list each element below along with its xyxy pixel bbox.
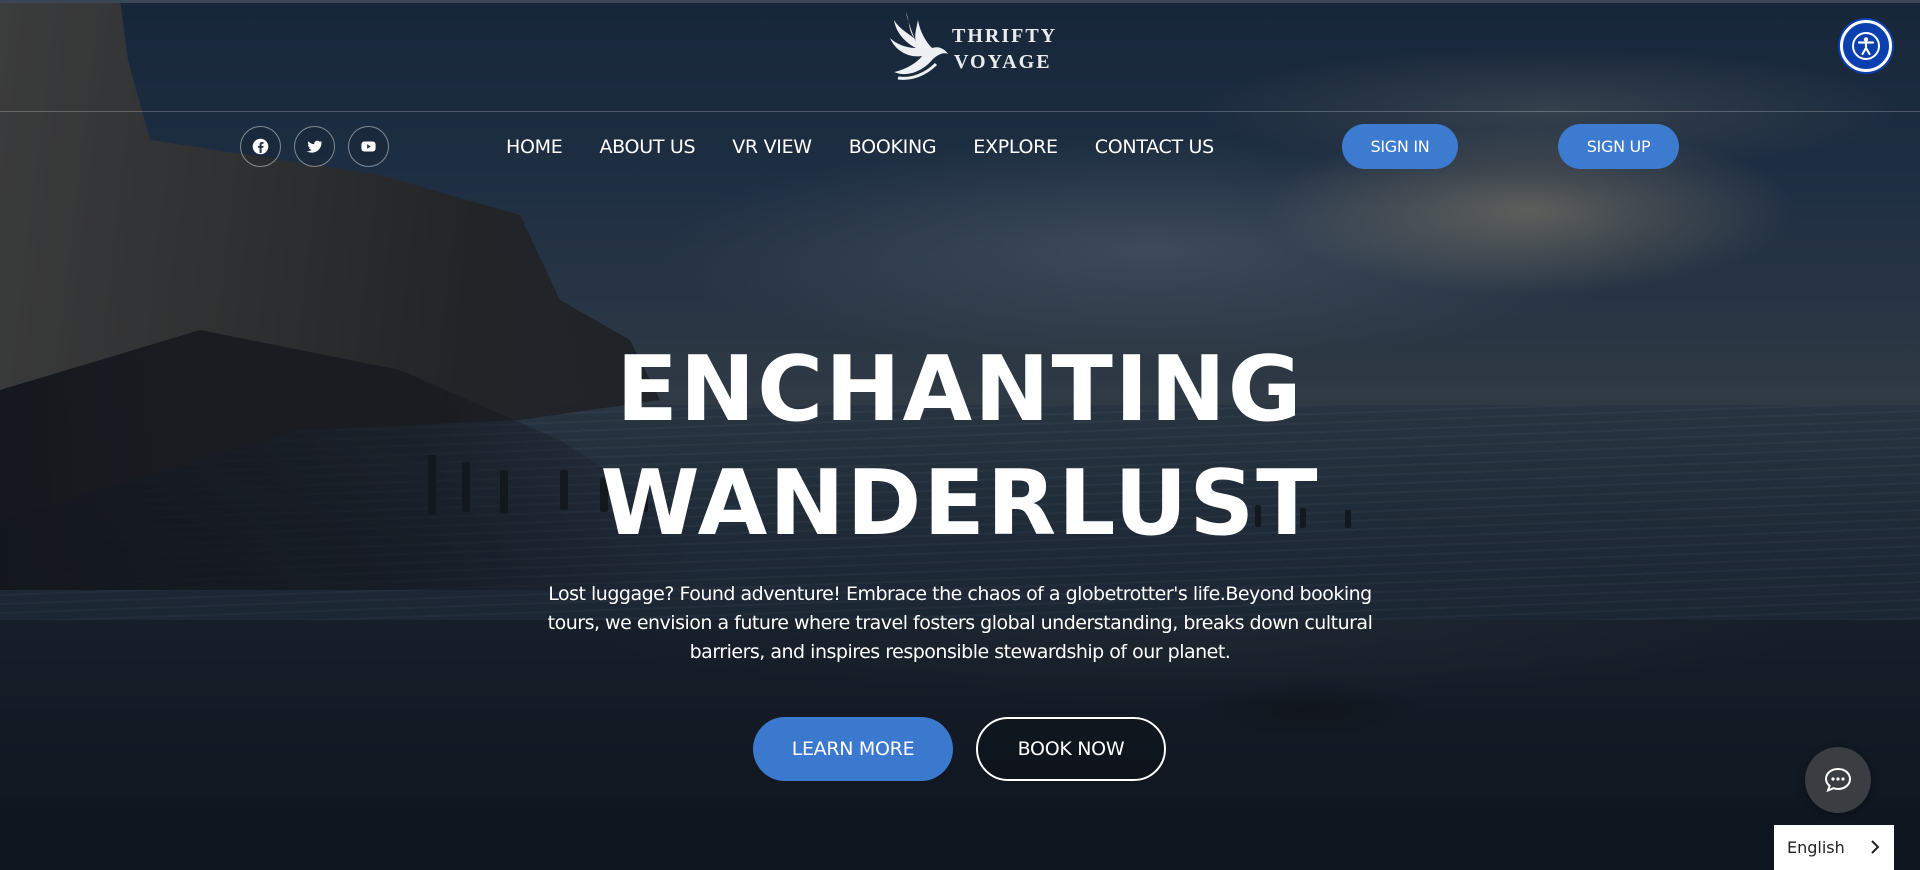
nav-contact-us[interactable]: CONTACT US xyxy=(1095,134,1214,160)
chevron-right-icon xyxy=(1871,840,1880,854)
hero-title: ENCHANTING WANDERLUST xyxy=(0,333,1920,561)
main-nav: HOME ABOUT US VR VIEW BOOKING EXPLORE CO… xyxy=(506,134,1251,160)
hero-title-line-2: WANDERLUST xyxy=(600,451,1320,556)
logo-line-2: VOYAGE xyxy=(954,51,1052,73)
accessibility-button[interactable] xyxy=(1840,20,1892,72)
nav-vr-view[interactable]: VR VIEW xyxy=(732,134,812,160)
language-selector[interactable]: English xyxy=(1774,825,1894,870)
facebook-icon xyxy=(252,138,269,155)
nav-booking[interactable]: BOOKING xyxy=(849,134,937,160)
language-label: English xyxy=(1787,838,1845,857)
header-divider xyxy=(0,111,1920,112)
accessibility-icon xyxy=(1852,32,1880,60)
learn-more-button[interactable]: LEARN MORE xyxy=(753,717,953,781)
hero-description: Lost luggage? Found adventure! Embrace t… xyxy=(547,583,1373,663)
logo-line-1: THRIFTY xyxy=(952,25,1058,47)
nav-home[interactable]: HOME xyxy=(506,134,563,160)
nav-about-us[interactable]: ABOUT US xyxy=(599,134,695,160)
social-links xyxy=(240,126,389,167)
sign-up-button[interactable]: SIGN UP xyxy=(1558,124,1679,169)
twitter-link[interactable] xyxy=(294,126,335,167)
book-now-button[interactable]: BOOK NOW xyxy=(976,717,1166,781)
nav-explore[interactable]: EXPLORE xyxy=(973,134,1058,160)
sign-in-button[interactable]: SIGN IN xyxy=(1342,124,1458,169)
hero-title-line-1: ENCHANTING xyxy=(616,337,1304,442)
dove-icon xyxy=(890,12,948,80)
youtube-icon xyxy=(361,141,376,152)
site-logo[interactable]: THRIFTY VOYAGE xyxy=(886,8,1062,86)
logo-wordmark: THRIFTY VOYAGE xyxy=(952,23,1057,75)
chat-bubble-icon xyxy=(1824,767,1852,793)
top-border xyxy=(0,0,1920,3)
youtube-link[interactable] xyxy=(348,126,389,167)
facebook-link[interactable] xyxy=(240,126,281,167)
chat-button[interactable] xyxy=(1805,747,1871,813)
twitter-icon xyxy=(306,140,323,153)
